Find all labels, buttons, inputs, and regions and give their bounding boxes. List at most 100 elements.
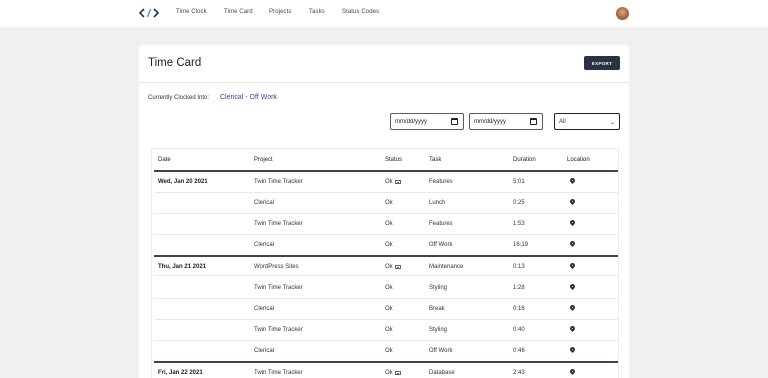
note-icon[interactable] — [394, 370, 401, 375]
table-row[interactable]: Twin Time Tracker Ok Styling 0:40 — [154, 320, 618, 341]
row-date: Fri, Jan 22 2021 — [158, 370, 203, 376]
row-duration: 0:46 — [513, 348, 525, 354]
table-row[interactable]: Twin Time Tracker Ok Styling 1:28 — [154, 278, 618, 299]
row-status-text: Ok — [385, 221, 393, 227]
row-task: Features — [429, 179, 453, 185]
chevron-down-icon: ⌄ — [609, 120, 615, 126]
row-task: Lunch — [429, 200, 446, 206]
row-task: Maintenance — [429, 264, 464, 270]
time-entries-table: Date Project Status Task Duration Locati… — [151, 148, 619, 378]
row-status: Ok — [385, 221, 393, 227]
row-status: Ok — [385, 348, 393, 354]
row-task: Break — [429, 306, 445, 312]
row-duration: 5:01 — [513, 179, 525, 185]
row-status: Ok — [385, 285, 393, 291]
location-pin-icon[interactable] — [568, 367, 577, 376]
row-status-text: Ok — [385, 306, 393, 312]
row-status: Ok — [385, 306, 393, 312]
logo-icon[interactable] — [139, 7, 159, 19]
location-pin-icon[interactable] — [568, 218, 577, 227]
location-pin-icon[interactable] — [568, 261, 577, 270]
row-status-text: Ok — [385, 200, 393, 206]
nav-time-clock[interactable]: Time Clock — [176, 9, 207, 15]
row-status: Ok — [385, 327, 393, 333]
table-row[interactable]: Wed, Jan 20 2021 Twin Time Tracker Ok Featu… — [154, 172, 618, 193]
row-status-text: Ok — [385, 242, 393, 248]
row-status-text: Ok — [385, 179, 393, 185]
row-status: Ok — [385, 370, 401, 376]
top-navbar: Time Clock Time Card Projects Tasks Stat… — [0, 0, 768, 27]
row-duration: 1:53 — [513, 221, 525, 227]
location-pin-icon[interactable] — [568, 303, 577, 312]
row-project: Twin Time Tracker — [254, 370, 303, 376]
end-date-placeholder: mm/dd/yyyy — [474, 118, 507, 125]
column-header-status[interactable]: Status — [385, 157, 402, 163]
row-status-text: Ok — [385, 264, 393, 270]
row-status-text: Ok — [385, 348, 393, 354]
status-filter-select[interactable]: All ⌄ — [554, 113, 620, 130]
status-filter-value: All — [559, 118, 566, 125]
table-row[interactable]: Clerical Ok Lunch 0:25 — [154, 193, 618, 214]
row-status-text: Ok — [385, 370, 393, 376]
clocked-into-value[interactable]: Clerical - Off Work — [220, 94, 277, 101]
row-status-text: Ok — [385, 327, 393, 333]
clocked-into-label: Currently Clocked Into: — [148, 95, 210, 101]
row-task: Database — [429, 370, 455, 376]
row-task: Off Work — [429, 242, 453, 248]
nav-time-card[interactable]: Time Card — [224, 9, 253, 15]
location-pin-icon[interactable] — [568, 176, 577, 185]
table-row[interactable]: Twin Time Tracker Ok Features 1:53 — [154, 214, 618, 235]
calendar-icon[interactable] — [530, 118, 537, 125]
row-task: Styling — [429, 327, 448, 333]
table-row[interactable]: Clerical Ok Break 0:16 — [154, 299, 618, 320]
row-status: Ok — [385, 242, 393, 248]
calendar-icon[interactable] — [451, 118, 458, 125]
note-icon[interactable] — [394, 264, 401, 269]
column-header-project[interactable]: Project — [254, 157, 273, 163]
row-duration: 0:13 — [513, 264, 525, 270]
row-project: Twin Time Tracker — [254, 327, 303, 333]
column-header-duration[interactable]: Duration — [513, 157, 536, 163]
row-project: WordPress Sites — [254, 264, 299, 270]
location-pin-icon[interactable] — [568, 345, 577, 354]
row-duration: 1:28 — [513, 285, 525, 291]
row-project: Twin Time Tracker — [254, 285, 303, 291]
column-header-task[interactable]: Task — [429, 157, 441, 163]
row-duration: 0:40 — [513, 327, 525, 333]
location-pin-icon[interactable] — [568, 324, 577, 333]
location-pin-icon[interactable] — [568, 239, 577, 248]
row-status-text: Ok — [385, 285, 393, 291]
location-pin-icon[interactable] — [568, 197, 577, 206]
row-task: Styling — [429, 285, 448, 291]
location-pin-icon[interactable] — [568, 282, 577, 291]
note-icon[interactable] — [394, 179, 401, 184]
row-status: Ok — [385, 179, 401, 185]
start-date-input[interactable]: mm/dd/yyyy — [390, 113, 464, 130]
end-date-input[interactable]: mm/dd/yyyy — [469, 113, 543, 130]
row-date: Wed, Jan 20 2021 — [158, 179, 208, 185]
nav-status-codes[interactable]: Status Codes — [342, 9, 379, 15]
column-header-date[interactable]: Date — [158, 157, 171, 163]
nav-projects[interactable]: Projects — [269, 9, 291, 15]
row-project: Clerical — [254, 348, 275, 354]
row-status: Ok — [385, 200, 393, 206]
row-project: Clerical — [254, 200, 275, 206]
row-project: Twin Time Tracker — [254, 179, 303, 185]
time-card-panel: Time Card EXPORT Currently Clocked Into:… — [139, 45, 629, 378]
row-status: Ok — [385, 264, 401, 270]
card-header: Time Card EXPORT — [139, 45, 629, 83]
row-project: Clerical — [254, 306, 275, 312]
table-row[interactable]: Thu, Jan 21 2021 WordPress Sites Ok Mainten… — [154, 255, 618, 276]
row-date: Thu, Jan 21 2021 — [158, 264, 207, 270]
row-duration: 0:25 — [513, 200, 525, 206]
row-task: Off Work — [429, 348, 453, 354]
avatar[interactable] — [616, 7, 629, 20]
table-row[interactable]: Fri, Jan 22 2021 Twin Time Tracker Ok Datab… — [154, 361, 618, 378]
table-row[interactable]: Clerical Ok Off Work 0:46 — [154, 341, 618, 362]
table-row[interactable]: Clerical Ok Off Work 16:19 — [154, 235, 618, 256]
export-button[interactable]: EXPORT — [584, 56, 620, 70]
column-header-location[interactable]: Location — [567, 157, 590, 163]
row-task: Features — [429, 221, 453, 227]
row-project: Clerical — [254, 242, 275, 248]
nav-tasks[interactable]: Tasks — [309, 9, 325, 15]
